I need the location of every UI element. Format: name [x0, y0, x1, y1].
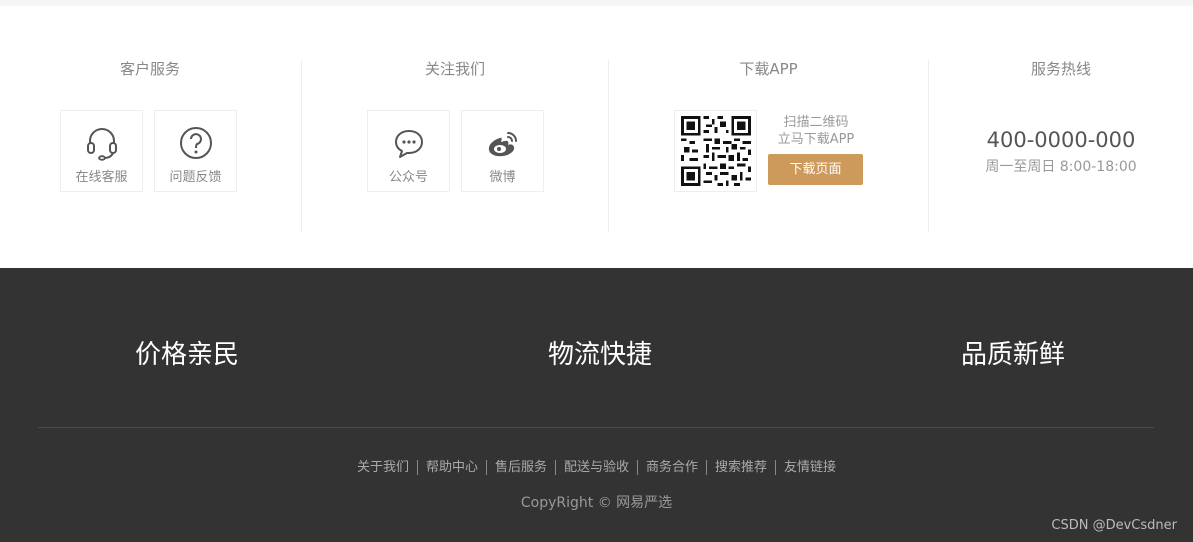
follow-us-column: 关注我们 公众号 微博	[302, 6, 608, 268]
wechat-account-label: 公众号	[388, 170, 428, 185]
scan-qr-line2: 立马下载APP	[777, 132, 855, 147]
download-app-title: 下载APP	[739, 60, 798, 78]
chat-bubble-icon	[395, 130, 423, 158]
hotline-title: 服务热线	[1030, 60, 1091, 78]
scan-qr-line1: 扫描二维码	[783, 115, 849, 130]
qr-code	[674, 110, 757, 192]
online-support-label: 在线客服	[75, 170, 128, 185]
slogan-fresh-quality: 品质新鲜	[960, 340, 1065, 370]
question-circle-icon	[180, 127, 212, 159]
footer-link-friends[interactable]: 友情链接	[775, 460, 844, 475]
slogan-fast-logistics: 物流快捷	[547, 340, 652, 370]
download-page-button[interactable]: 下载页面	[768, 154, 863, 185]
footer-link-after-sales[interactable]: 售后服务	[485, 460, 555, 475]
copyright: CopyRight © 网易严选	[520, 495, 673, 511]
wechat-account-button[interactable]: 公众号	[367, 110, 450, 192]
watermark: CSDN @DevCsdner	[1051, 518, 1177, 533]
slogan-affordable: 价格亲民	[134, 340, 239, 370]
weibo-button[interactable]: 微博	[461, 110, 544, 192]
footer-link-about[interactable]: 关于我们	[349, 460, 417, 475]
qr-code-icon	[681, 116, 751, 186]
footer: 价格亲民 物流快捷 品质新鲜 关于我们 帮助中心 售后服务 配送与验收 商务合作 搜索推荐…	[0, 268, 1193, 542]
footer-divider	[38, 427, 1154, 428]
hotline-hours: 周一至周日 8:00-18:00	[985, 159, 1137, 175]
weibo-icon	[488, 132, 517, 157]
customer-service-column: 客户服务 在线客服 问题反馈	[0, 6, 300, 268]
hotline-column: 服务热线 400-0000-000 周一至周日 8:00-18:00	[929, 6, 1193, 268]
feedback-label: 问题反馈	[169, 170, 222, 185]
footer-link-help[interactable]: 帮助中心	[416, 460, 486, 475]
service-section: 客户服务 在线客服 问题反馈 关注我们 公众号 微博 下载APP 扫描二维码 立…	[0, 6, 1193, 268]
hotline-number: 400-0000-000	[986, 128, 1136, 152]
online-support-button[interactable]: 在线客服	[60, 110, 143, 192]
download-app-column: 下载APP 扫描二维码 立马下载APP 下载页面	[609, 6, 928, 268]
footer-link-delivery[interactable]: 配送与验收	[554, 460, 637, 475]
footer-links: 关于我们 帮助中心 售后服务 配送与验收 商务合作 搜索推荐 友情链接	[0, 460, 1193, 475]
follow-us-title: 关注我们	[424, 60, 485, 78]
headset-icon	[87, 128, 117, 161]
footer-link-search[interactable]: 搜索推荐	[706, 460, 775, 475]
scan-qr-text: 扫描二维码 立马下载APP	[756, 114, 876, 148]
weibo-label: 微博	[489, 170, 516, 185]
feedback-button[interactable]: 问题反馈	[154, 110, 237, 192]
customer-service-title: 客户服务	[119, 60, 180, 78]
footer-link-business[interactable]: 商务合作	[637, 460, 706, 475]
